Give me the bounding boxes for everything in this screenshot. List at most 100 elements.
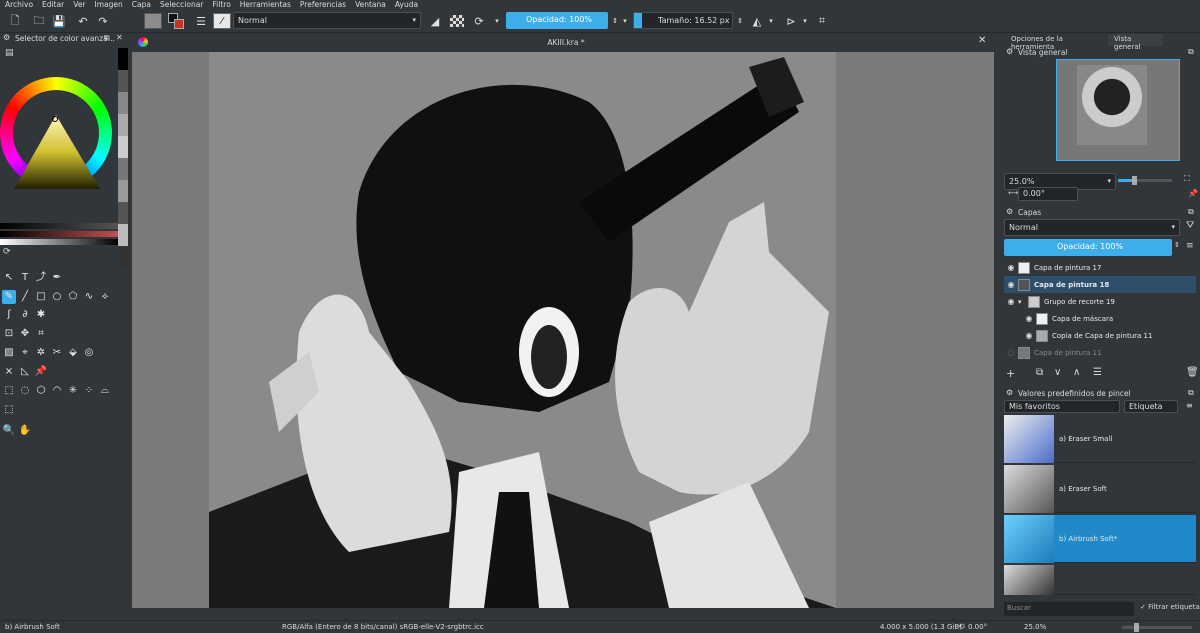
red-slider[interactable] [0, 231, 118, 237]
menu-ventana[interactable]: Ventana [355, 0, 386, 9]
rotate-icon[interactable]: ⟷ [1008, 189, 1018, 197]
refresh-icon[interactable]: ⟳ [3, 247, 11, 257]
float-docker-icon[interactable]: ⧉ [1188, 388, 1194, 398]
saturation-triangle[interactable] [14, 115, 102, 191]
settings-icon[interactable]: ⚙ [3, 33, 13, 43]
ellipse-select-icon[interactable]: ◌ [18, 384, 32, 398]
zoom-fit-icon[interactable]: ⛶ [1184, 174, 1190, 184]
filter-icon[interactable]: ⛛ [1186, 220, 1194, 231]
menu-archivo[interactable]: Archivo [5, 0, 33, 9]
status-zoom-slider[interactable] [1122, 623, 1192, 632]
fill-tool-icon[interactable]: ⬙ [66, 346, 80, 360]
undo-icon[interactable]: ↶ [76, 13, 90, 29]
brush-preset-item[interactable] [1004, 565, 1196, 595]
status-zoom[interactable]: 25.0% [1024, 623, 1046, 631]
layer-row[interactable]: ◉ ▾ Grupo de recorte 19 [1004, 293, 1196, 310]
colorize-mask-icon[interactable]: ✲ [34, 346, 48, 360]
mirror-horizontal-icon[interactable]: ◭ [748, 13, 766, 29]
status-rotation[interactable]: 0.00° [968, 623, 987, 631]
rotate-icon[interactable]: ⟲ [958, 622, 965, 631]
size-slider[interactable]: Tamaño: 16.52 px [633, 12, 733, 29]
brush-menu-icon[interactable]: ≡ [1186, 401, 1193, 410]
settings-icon[interactable]: ⚙ [1006, 388, 1013, 397]
rectangle-tool-icon[interactable]: □ [34, 290, 48, 304]
spin-arrows-icon[interactable]: ⇕ [1174, 241, 1180, 249]
fg-bg-color-icon[interactable] [168, 13, 184, 29]
preserve-alpha-icon[interactable] [450, 15, 464, 27]
layer-row[interactable]: ◉ Copia de Capa de pintura 11 [1004, 327, 1196, 344]
color-history-strip[interactable] [118, 48, 128, 268]
line-tool-icon[interactable]: ╱ [18, 290, 32, 304]
rotation-field[interactable]: 0.00° [1018, 187, 1078, 201]
new-document-icon[interactable]: 🗋 [8, 13, 22, 29]
layer-row[interactable]: ◉ Capa de pintura 17 [1004, 259, 1196, 276]
layer-row[interactable]: ◉ Capa de pintura 18 [1004, 276, 1196, 293]
tab-overview[interactable]: Vista general [1108, 34, 1163, 51]
mirror-vertical-icon[interactable]: ⊳ [782, 13, 800, 29]
float-docker-icon[interactable]: ⧉ [104, 33, 110, 43]
menu-ayuda[interactable]: Ayuda [395, 0, 418, 9]
reload-preset-icon[interactable]: ⟳ [472, 13, 486, 29]
layer-row[interactable]: ○ Capa de pintura 11 [1004, 344, 1196, 361]
spin-arrows-icon[interactable]: ⇕ [735, 13, 745, 29]
eraser-mode-icon[interactable]: ◢ [428, 13, 442, 29]
color-sampler-icon[interactable]: ⌖ [18, 346, 32, 360]
dynamic-brush-icon[interactable]: ∂ [18, 308, 32, 322]
chevron-down-icon[interactable]: ▾ [492, 13, 502, 29]
enclose-fill-icon[interactable]: ◎ [82, 346, 96, 360]
brush-tag-filter[interactable]: Mis favoritos [1004, 400, 1120, 413]
gradient-editor-icon[interactable]: ☰ [194, 13, 208, 29]
spin-arrows-icon[interactable]: ⇕ [610, 13, 620, 29]
blend-mode-select[interactable]: Normal ▾ [233, 12, 421, 29]
brush-preset-icon[interactable]: ⁄ [213, 13, 231, 29]
artwork-canvas[interactable] [209, 52, 836, 608]
settings-icon[interactable]: ⚙ [1006, 47, 1013, 56]
float-docker-icon[interactable]: ⧉ [1188, 207, 1194, 217]
visibility-eye-icon[interactable]: ◉ [1004, 280, 1018, 289]
overview-thumbnail[interactable] [1056, 59, 1180, 161]
transform-tool-icon[interactable]: ⊡ [2, 327, 16, 341]
delete-layer-icon[interactable]: 🗑 [1186, 367, 1199, 378]
contiguous-select-icon[interactable]: ✳ [66, 384, 80, 398]
menu-preferencias[interactable]: Preferencias [300, 0, 346, 9]
edit-shapes-icon[interactable]: ⤴ [34, 271, 48, 285]
bezier-select-icon[interactable]: ⌓ [98, 384, 112, 398]
value-slider[interactable] [0, 223, 118, 229]
add-layer-icon[interactable]: + [1006, 367, 1015, 380]
visibility-eye-icon[interactable]: ◉ [1004, 297, 1018, 306]
polygon-select-icon[interactable]: ⬡ [34, 384, 48, 398]
chevron-down-icon[interactable]: ▾ [766, 13, 776, 29]
layer-properties-icon[interactable]: ☰ [1093, 367, 1102, 378]
magnetic-select-icon[interactable]: ⬚ [2, 403, 16, 417]
brush-preset-item[interactable]: a) Eraser Soft [1004, 465, 1196, 513]
duplicate-layer-icon[interactable]: ⧉ [1036, 367, 1043, 378]
menu-ver[interactable]: Ver [73, 0, 85, 9]
move-tool-icon[interactable]: ✥ [18, 327, 32, 341]
freehand-path-icon[interactable]: ʃ [2, 308, 16, 322]
tab-tool-options[interactable]: Opciones de la herramienta [1005, 34, 1107, 51]
layer-blend-mode-select[interactable]: Normal ▾ [1004, 219, 1180, 236]
brush-preset-item[interactable]: a) Eraser Small [1004, 415, 1196, 463]
select-shapes-icon[interactable]: ↖ [2, 271, 16, 285]
polyline-tool-icon[interactable]: ∿ [82, 290, 96, 304]
rect-select-icon[interactable]: ⬚ [2, 384, 16, 398]
zoom-tool-icon[interactable]: 🔍 [2, 424, 16, 438]
open-document-icon[interactable]: 🗀 [32, 13, 46, 29]
menu-seleccionar[interactable]: Seleccionar [160, 0, 203, 9]
move-up-icon[interactable]: ∧ [1073, 367, 1080, 378]
pattern-swatch[interactable] [144, 13, 162, 29]
opacity-slider[interactable]: Opacidad: 100% [506, 12, 608, 29]
brush-preset-item-selected[interactable]: b) Airbrush Soft* [1004, 515, 1196, 563]
polygon-tool-icon[interactable]: ⬠ [66, 290, 80, 304]
gradient-tool-icon[interactable]: ▨ [2, 346, 16, 360]
visibility-eye-icon[interactable]: ◉ [1022, 331, 1036, 340]
canvas-viewport[interactable] [132, 52, 994, 608]
ellipse-tool-icon[interactable]: ○ [50, 290, 64, 304]
pin-icon[interactable]: 📌 [1188, 189, 1198, 198]
color-picker-handle[interactable] [52, 116, 58, 122]
freehand-select-icon[interactable]: ◠ [50, 384, 64, 398]
chevron-down-icon[interactable]: ▾ [620, 13, 630, 29]
crop-tool-icon[interactable]: ⌗ [34, 327, 48, 341]
settings-icon[interactable]: ⚙ [1006, 207, 1013, 216]
measure-tool-icon[interactable]: ◺ [18, 365, 32, 379]
